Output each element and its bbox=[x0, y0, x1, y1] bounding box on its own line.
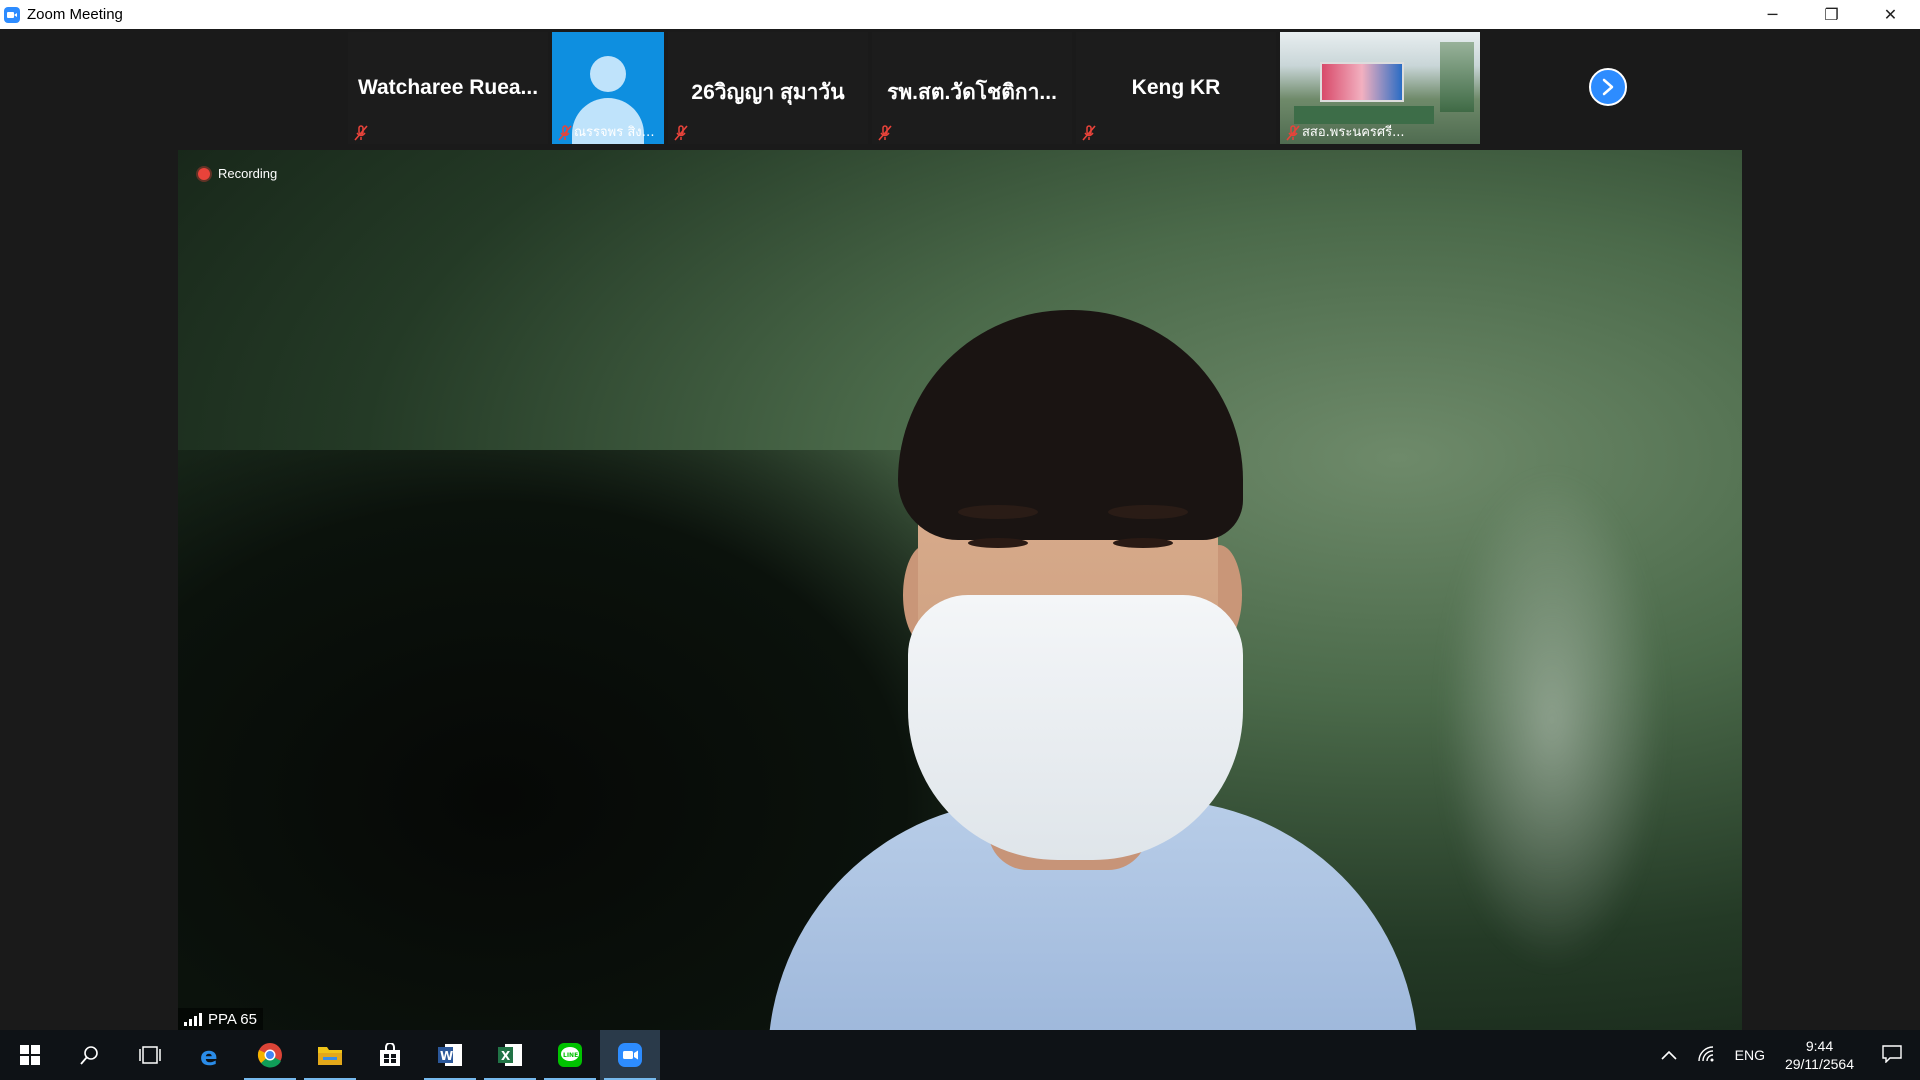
store-icon bbox=[380, 1043, 400, 1066]
participant-tile[interactable]: รพ.สต.วัดโชติกา... bbox=[872, 32, 1072, 144]
gallery-strip: Watcharee Ruea... ณรรจพร สิงห์สร... 26วิ… bbox=[348, 32, 1480, 146]
close-button[interactable]: ✕ bbox=[1861, 0, 1920, 29]
muted-mic-icon bbox=[558, 125, 572, 141]
person-hair bbox=[898, 310, 1243, 540]
speaker-name-tag: PPA 65 bbox=[178, 1008, 263, 1030]
speaker-name: PPA 65 bbox=[208, 1010, 257, 1028]
taskbar-app-line[interactable]: LINE bbox=[540, 1030, 600, 1080]
participant-name: รพ.สต.วัดโชติกา... bbox=[887, 81, 1057, 104]
window-controls: ─ ❐ ✕ bbox=[1743, 0, 1920, 29]
restore-button[interactable]: ❐ bbox=[1802, 0, 1861, 29]
svg-text:X: X bbox=[501, 1049, 511, 1063]
person-eye bbox=[1113, 538, 1173, 548]
video-background bbox=[1440, 42, 1474, 112]
signal-strength-icon bbox=[184, 1012, 202, 1026]
taskbar-app-store[interactable] bbox=[360, 1030, 420, 1080]
edge-icon: e bbox=[200, 1042, 218, 1068]
wifi-icon bbox=[1697, 1045, 1714, 1061]
taskbar-app-excel[interactable]: X bbox=[480, 1030, 540, 1080]
person-brow bbox=[958, 505, 1038, 519]
participant-tile[interactable]: Watcharee Ruea... bbox=[348, 32, 548, 144]
taskbar-app-word[interactable]: W bbox=[420, 1030, 480, 1080]
taskbar-app-chrome[interactable] bbox=[240, 1030, 300, 1080]
window-title: Zoom Meeting bbox=[27, 6, 123, 23]
zoom-app-icon bbox=[4, 6, 20, 23]
word-icon: W bbox=[438, 1044, 462, 1066]
windows-taskbar: e W X LINE ENG 9:44 29/11/2564 bbox=[0, 1030, 1920, 1080]
participant-tile[interactable]: ณรรจพร สิงห์สร... bbox=[552, 32, 664, 144]
action-center-button[interactable] bbox=[1864, 1044, 1920, 1066]
svg-text:e: e bbox=[200, 1042, 218, 1068]
muted-mic-icon bbox=[878, 125, 892, 141]
muted-mic-icon bbox=[674, 125, 688, 141]
recording-indicator: Recording bbox=[198, 166, 277, 181]
svg-text:LINE: LINE bbox=[563, 1052, 578, 1059]
chevron-up-icon bbox=[1661, 1050, 1677, 1060]
zoom-icon bbox=[618, 1043, 642, 1067]
task-view-button[interactable] bbox=[120, 1030, 180, 1080]
chevron-right-icon bbox=[1602, 78, 1614, 96]
speaker-person bbox=[718, 240, 1418, 1030]
input-language[interactable]: ENG bbox=[1725, 1047, 1775, 1063]
chrome-icon bbox=[257, 1043, 282, 1068]
taskbar-app-edge[interactable]: e bbox=[180, 1030, 240, 1080]
show-hidden-icons-button[interactable] bbox=[1651, 1047, 1687, 1063]
active-speaker-video[interactable]: Recording PPA 65 bbox=[178, 150, 1742, 1030]
muted-mic-icon bbox=[354, 125, 368, 141]
title-bar: Zoom Meeting ─ ❐ ✕ bbox=[0, 0, 1920, 29]
clock-time: 9:44 bbox=[1805, 1038, 1834, 1054]
notification-icon bbox=[1882, 1044, 1902, 1064]
start-button[interactable] bbox=[0, 1030, 60, 1080]
participant-name: Watcharee Ruea... bbox=[357, 76, 539, 99]
person-brow bbox=[1108, 505, 1188, 519]
muted-mic-icon bbox=[1082, 125, 1096, 141]
participant-name: Keng KR bbox=[1131, 76, 1221, 99]
clock[interactable]: 9:44 29/11/2564 bbox=[1775, 1037, 1864, 1073]
excel-icon: X bbox=[498, 1044, 522, 1066]
clock-date: 29/11/2564 bbox=[1784, 1056, 1854, 1072]
face-mask bbox=[908, 595, 1243, 860]
meeting-area: Watcharee Ruea... ณรรจพร สิงห์สร... 26วิ… bbox=[0, 29, 1920, 1030]
participant-tile[interactable]: 26วิญญา สุมาวัน bbox=[668, 32, 868, 144]
network-button[interactable] bbox=[1687, 1045, 1725, 1065]
participant-tile[interactable]: Keng KR bbox=[1076, 32, 1276, 144]
muted-mic-icon bbox=[1286, 125, 1300, 141]
svg-text:W: W bbox=[440, 1049, 453, 1063]
task-view-icon bbox=[139, 1046, 161, 1064]
system-tray: ENG 9:44 29/11/2564 bbox=[1651, 1030, 1920, 1080]
next-page-button[interactable] bbox=[1589, 68, 1627, 106]
taskbar-app-zoom[interactable] bbox=[600, 1030, 660, 1080]
taskbar-app-file-explorer[interactable] bbox=[300, 1030, 360, 1080]
participant-tile[interactable]: สสอ.พระนครศรี... bbox=[1280, 32, 1480, 144]
search-button[interactable] bbox=[60, 1030, 120, 1080]
video-banner bbox=[1320, 62, 1404, 102]
recording-label: Recording bbox=[218, 166, 278, 181]
video-background-light bbox=[1442, 470, 1662, 970]
participant-label: ณรรจพร สิงห์สร... bbox=[574, 125, 662, 140]
person-eye bbox=[968, 538, 1028, 548]
participant-name: 26วิญญา สุมาวัน bbox=[691, 81, 845, 104]
minimize-button[interactable]: ─ bbox=[1743, 0, 1802, 29]
line-icon: LINE bbox=[558, 1043, 582, 1067]
avatar-head bbox=[590, 56, 626, 92]
participant-label: สสอ.พระนครศรี... bbox=[1302, 125, 1405, 140]
search-icon bbox=[80, 1046, 98, 1065]
windows-logo-icon bbox=[20, 1045, 40, 1065]
folder-icon bbox=[318, 1047, 342, 1065]
recording-dot-icon bbox=[198, 167, 210, 180]
